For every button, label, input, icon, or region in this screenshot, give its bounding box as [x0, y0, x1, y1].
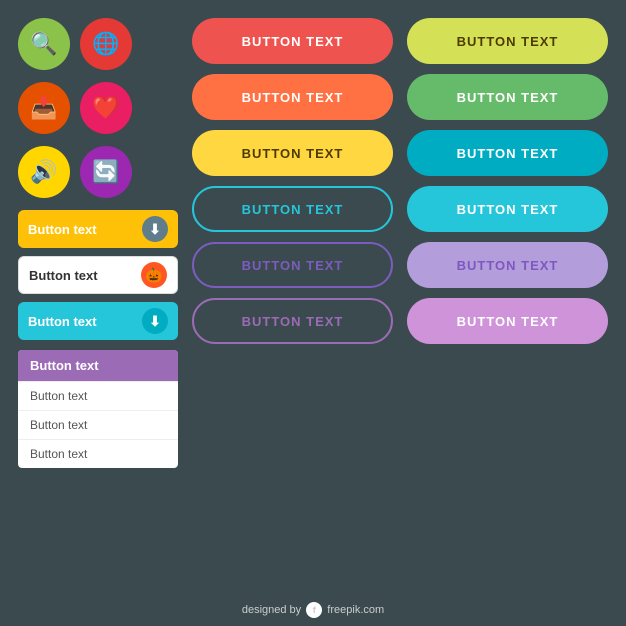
small-btn-yellow-badge: ⬇ — [142, 216, 168, 242]
refresh-icon[interactable]: 🔄 — [80, 146, 132, 198]
footer-brand: freepik.com — [327, 604, 384, 616]
footer: designed by f freepik.com — [0, 602, 626, 618]
btn-lavender2[interactable]: BUTTON TEXT — [407, 298, 608, 344]
btn-outline-purple[interactable]: BUTTON TEXT — [192, 242, 393, 288]
volume-icon[interactable]: 🔊 — [18, 146, 70, 198]
btn-outline-teal[interactable]: BUTTON TEXT — [192, 186, 393, 232]
icon-row-3: 🔊 🔄 — [18, 146, 178, 198]
btn-orange[interactable]: BUTTON TEXT — [192, 74, 393, 120]
globe-icon[interactable]: 🌐 — [80, 18, 132, 70]
heart-icon[interactable]: ❤️ — [80, 82, 132, 134]
dropdown-item-1[interactable]: Button text — [18, 381, 178, 410]
btn-green[interactable]: BUTTON TEXT — [407, 74, 608, 120]
dropdown-item-3[interactable]: Button text — [18, 439, 178, 468]
icon-row-2: 📥 ❤️ — [18, 82, 178, 134]
download-icon[interactable]: 📥 — [18, 82, 70, 134]
btn-outline-purple2[interactable]: BUTTON TEXT — [192, 298, 393, 344]
mid-column: BUTTON TEXT BUTTON TEXT BUTTON TEXT BUTT… — [192, 18, 393, 468]
btn-lime[interactable]: BUTTON TEXT — [407, 18, 608, 64]
left-column: 🔍 🌐 📥 ❤️ 🔊 🔄 Button text ⬇ Button text 🎃… — [18, 18, 178, 468]
btn-lavender[interactable]: BUTTON TEXT — [407, 242, 608, 288]
right-column: BUTTON TEXT BUTTON TEXT BUTTON TEXT BUTT… — [407, 18, 608, 468]
small-btn-white[interactable]: Button text 🎃 — [18, 256, 178, 294]
btn-red[interactable]: BUTTON TEXT — [192, 18, 393, 64]
btn-teal2[interactable]: BUTTON TEXT — [407, 130, 608, 176]
footer-text: designed by — [242, 604, 304, 616]
small-btn-white-label: Button text — [29, 268, 98, 283]
small-btn-yellow-label: Button text — [28, 222, 97, 237]
dropdown-list: Button text Button text Button text Butt… — [18, 350, 178, 468]
small-btn-teal-badge: ⬇ — [142, 308, 168, 334]
dropdown-item-2[interactable]: Button text — [18, 410, 178, 439]
btn-teal-right[interactable]: BUTTON TEXT — [407, 186, 608, 232]
search-icon[interactable]: 🔍 — [18, 18, 70, 70]
main-container: 🔍 🌐 📥 ❤️ 🔊 🔄 Button text ⬇ Button text 🎃… — [0, 0, 626, 468]
dropdown-header[interactable]: Button text — [18, 350, 178, 381]
small-btn-yellow[interactable]: Button text ⬇ — [18, 210, 178, 248]
small-btn-teal[interactable]: Button text ⬇ — [18, 302, 178, 340]
btn-yellow-large[interactable]: BUTTON TEXT — [192, 130, 393, 176]
small-btn-white-badge: 🎃 — [141, 262, 167, 288]
icon-row-1: 🔍 🌐 — [18, 18, 178, 70]
freepik-logo: f — [306, 602, 322, 618]
small-btn-teal-label: Button text — [28, 314, 97, 329]
